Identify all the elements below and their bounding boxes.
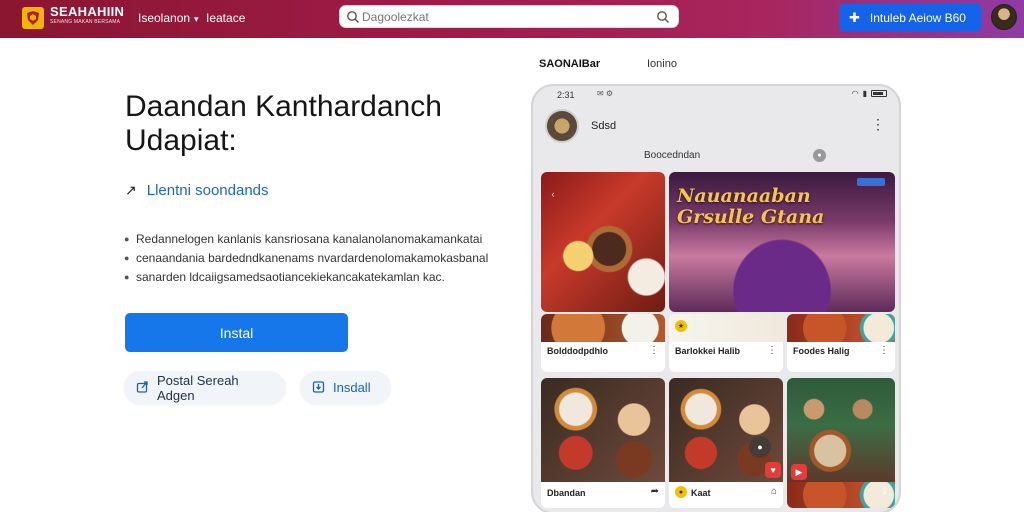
food-card[interactable]: Bolddodpdhlo ⋮: [541, 314, 665, 372]
status-time: 2:31: [557, 90, 575, 100]
list-item-text: cenaandania bardedndkanenams nvardardeno…: [136, 251, 489, 265]
card-caption: Kaat: [691, 488, 711, 498]
play-icon[interactable]: ●: [749, 436, 771, 458]
status-indicators: ◠ ▮: [852, 89, 887, 98]
food-card-featured[interactable]: ‹: [541, 172, 665, 312]
channel-avatar[interactable]: [545, 109, 579, 143]
food-image: [787, 314, 895, 342]
brand-subtitle: SENANG MAKAN BERSAMA: [50, 19, 121, 25]
top-navigation-bar: SEAHAHIIN SENANG MAKAN BERSAMA Iseolanon…: [0, 0, 1024, 38]
install-button[interactable]: Instal: [125, 313, 348, 352]
card-caption: Barlokkei Halib: [675, 346, 741, 356]
signal-icon: ▮: [862, 89, 867, 98]
shield-logo-icon: [27, 11, 39, 25]
secondary-action-button[interactable]: Postal Sereah Adgen: [124, 371, 286, 404]
more-icon[interactable]: ⋮: [649, 345, 659, 356]
channel-name: Sdsd: [591, 120, 617, 132]
more-icon[interactable]: ⋮: [767, 345, 777, 356]
food-card[interactable]: Foodes Halig ⋮: [787, 314, 895, 372]
battery-icon: [871, 90, 887, 97]
tab-preview-1[interactable]: SAONAIBar: [539, 58, 600, 70]
food-image: [787, 482, 895, 508]
nav-menu-item-1[interactable]: Iseolanon ▾: [138, 11, 199, 25]
tab-preview-2[interactable]: Ionino: [647, 58, 677, 70]
header-cta-button[interactable]: ✚ Intuleb Aeiow B60: [839, 4, 981, 31]
brand-name[interactable]: SEAHAHIIN SENANG MAKAN BERSAMA: [50, 5, 124, 25]
food-card[interactable]: ★ Barlokkei Halib ⋮: [669, 314, 783, 372]
subhead-label: Llentni soondands: [146, 182, 269, 199]
live-badge: ▶: [791, 464, 807, 480]
list-item: ● sanarden ldcaiigsamedsaotiancekiekancak…: [124, 268, 514, 287]
nav-menu-label: Iseolanon: [138, 11, 191, 25]
bullet-icon: ●: [124, 234, 130, 244]
bullet-icon: ●: [124, 253, 130, 263]
heritage-title: Nauanaaban Grsulle Gtana: [677, 185, 825, 228]
card-caption: Bolddodpdhlo: [547, 346, 608, 356]
food-image: [541, 314, 665, 342]
more-options-icon[interactable]: ⋮: [871, 116, 885, 133]
list-item-text: sanarden ldcaiigsamedsaotiancekiekancaka…: [136, 270, 445, 284]
user-avatar[interactable]: [991, 4, 1017, 30]
install-alt-label: Insdall: [333, 380, 371, 395]
nav-menu-label: Ieatace: [206, 11, 246, 25]
card-caption: Foodes Halig: [793, 346, 850, 356]
hero-subhead[interactable]: ↗ Llentni soondands: [125, 182, 269, 199]
install-alt-button[interactable]: Insdall: [300, 371, 391, 404]
arrow-icon: ↗: [125, 182, 137, 198]
status-chip: [857, 178, 885, 186]
wifi-icon: ◠: [851, 89, 859, 98]
phone-search-label: Boocedndan: [644, 150, 701, 161]
chevron-down-icon: ▾: [194, 14, 199, 24]
food-card[interactable]: ● ♥ Kaat ● ⌂: [669, 378, 783, 508]
list-item: ● cenaandania bardedndkanenams nvardarden…: [124, 249, 514, 268]
verified-badge-icon: ★: [675, 320, 687, 332]
food-card[interactable]: Dbandan ➦: [541, 378, 665, 508]
share-icon[interactable]: ➦: [651, 486, 659, 497]
search-bar: [339, 5, 679, 28]
plus-icon: ✚: [849, 9, 860, 25]
list-item: ● Redannelogen kanlanis kansriosana kanal…: [124, 230, 514, 249]
share-icon[interactable]: ⇪: [881, 486, 889, 497]
share-icon: [136, 380, 149, 396]
feature-list: ● Redannelogen kanlanis kansriosana kanal…: [124, 230, 514, 287]
search-submit-icon[interactable]: [656, 10, 670, 24]
back-arrow-icon[interactable]: ‹: [545, 186, 561, 202]
status-notification-icons: ✉ ⚙: [597, 89, 614, 98]
search-icon: [347, 11, 359, 23]
list-item-text: Redannelogen kanlanis kansriosana kanala…: [136, 232, 483, 246]
video-card[interactable]: ▶ ⇪: [787, 378, 895, 508]
download-icon: [312, 380, 325, 396]
secondary-action-label: Postal Sereah Adgen: [157, 372, 239, 403]
search-input[interactable]: [362, 9, 642, 25]
search-icon[interactable]: ●: [813, 149, 826, 162]
more-icon[interactable]: ⋮: [879, 345, 889, 356]
header-cta-label: Intuleb Aeiow B60: [869, 10, 966, 25]
notification-badge: ♥: [765, 462, 781, 478]
bookmark-icon[interactable]: ⌂: [771, 486, 777, 497]
bullet-icon: ●: [124, 272, 130, 282]
phone-preview: 2:31 ✉ ⚙ ◠ ▮ Sdsd ⋮ Boocedndan ● ‹ Nauan…: [531, 84, 901, 512]
nav-menu-item-2[interactable]: Ieatace: [206, 11, 245, 25]
food-image: [541, 378, 665, 482]
brand-title: SEAHAHIIN: [50, 4, 125, 19]
card-caption: Dbandan: [547, 488, 586, 498]
hero-title: Daandan Kanthardanch Udapiat:: [125, 90, 442, 157]
channel-badge-icon: ●: [675, 486, 687, 498]
heritage-banner-card[interactable]: Nauanaaban Grsulle Gtana: [669, 172, 895, 312]
brand-logo[interactable]: [22, 7, 44, 29]
